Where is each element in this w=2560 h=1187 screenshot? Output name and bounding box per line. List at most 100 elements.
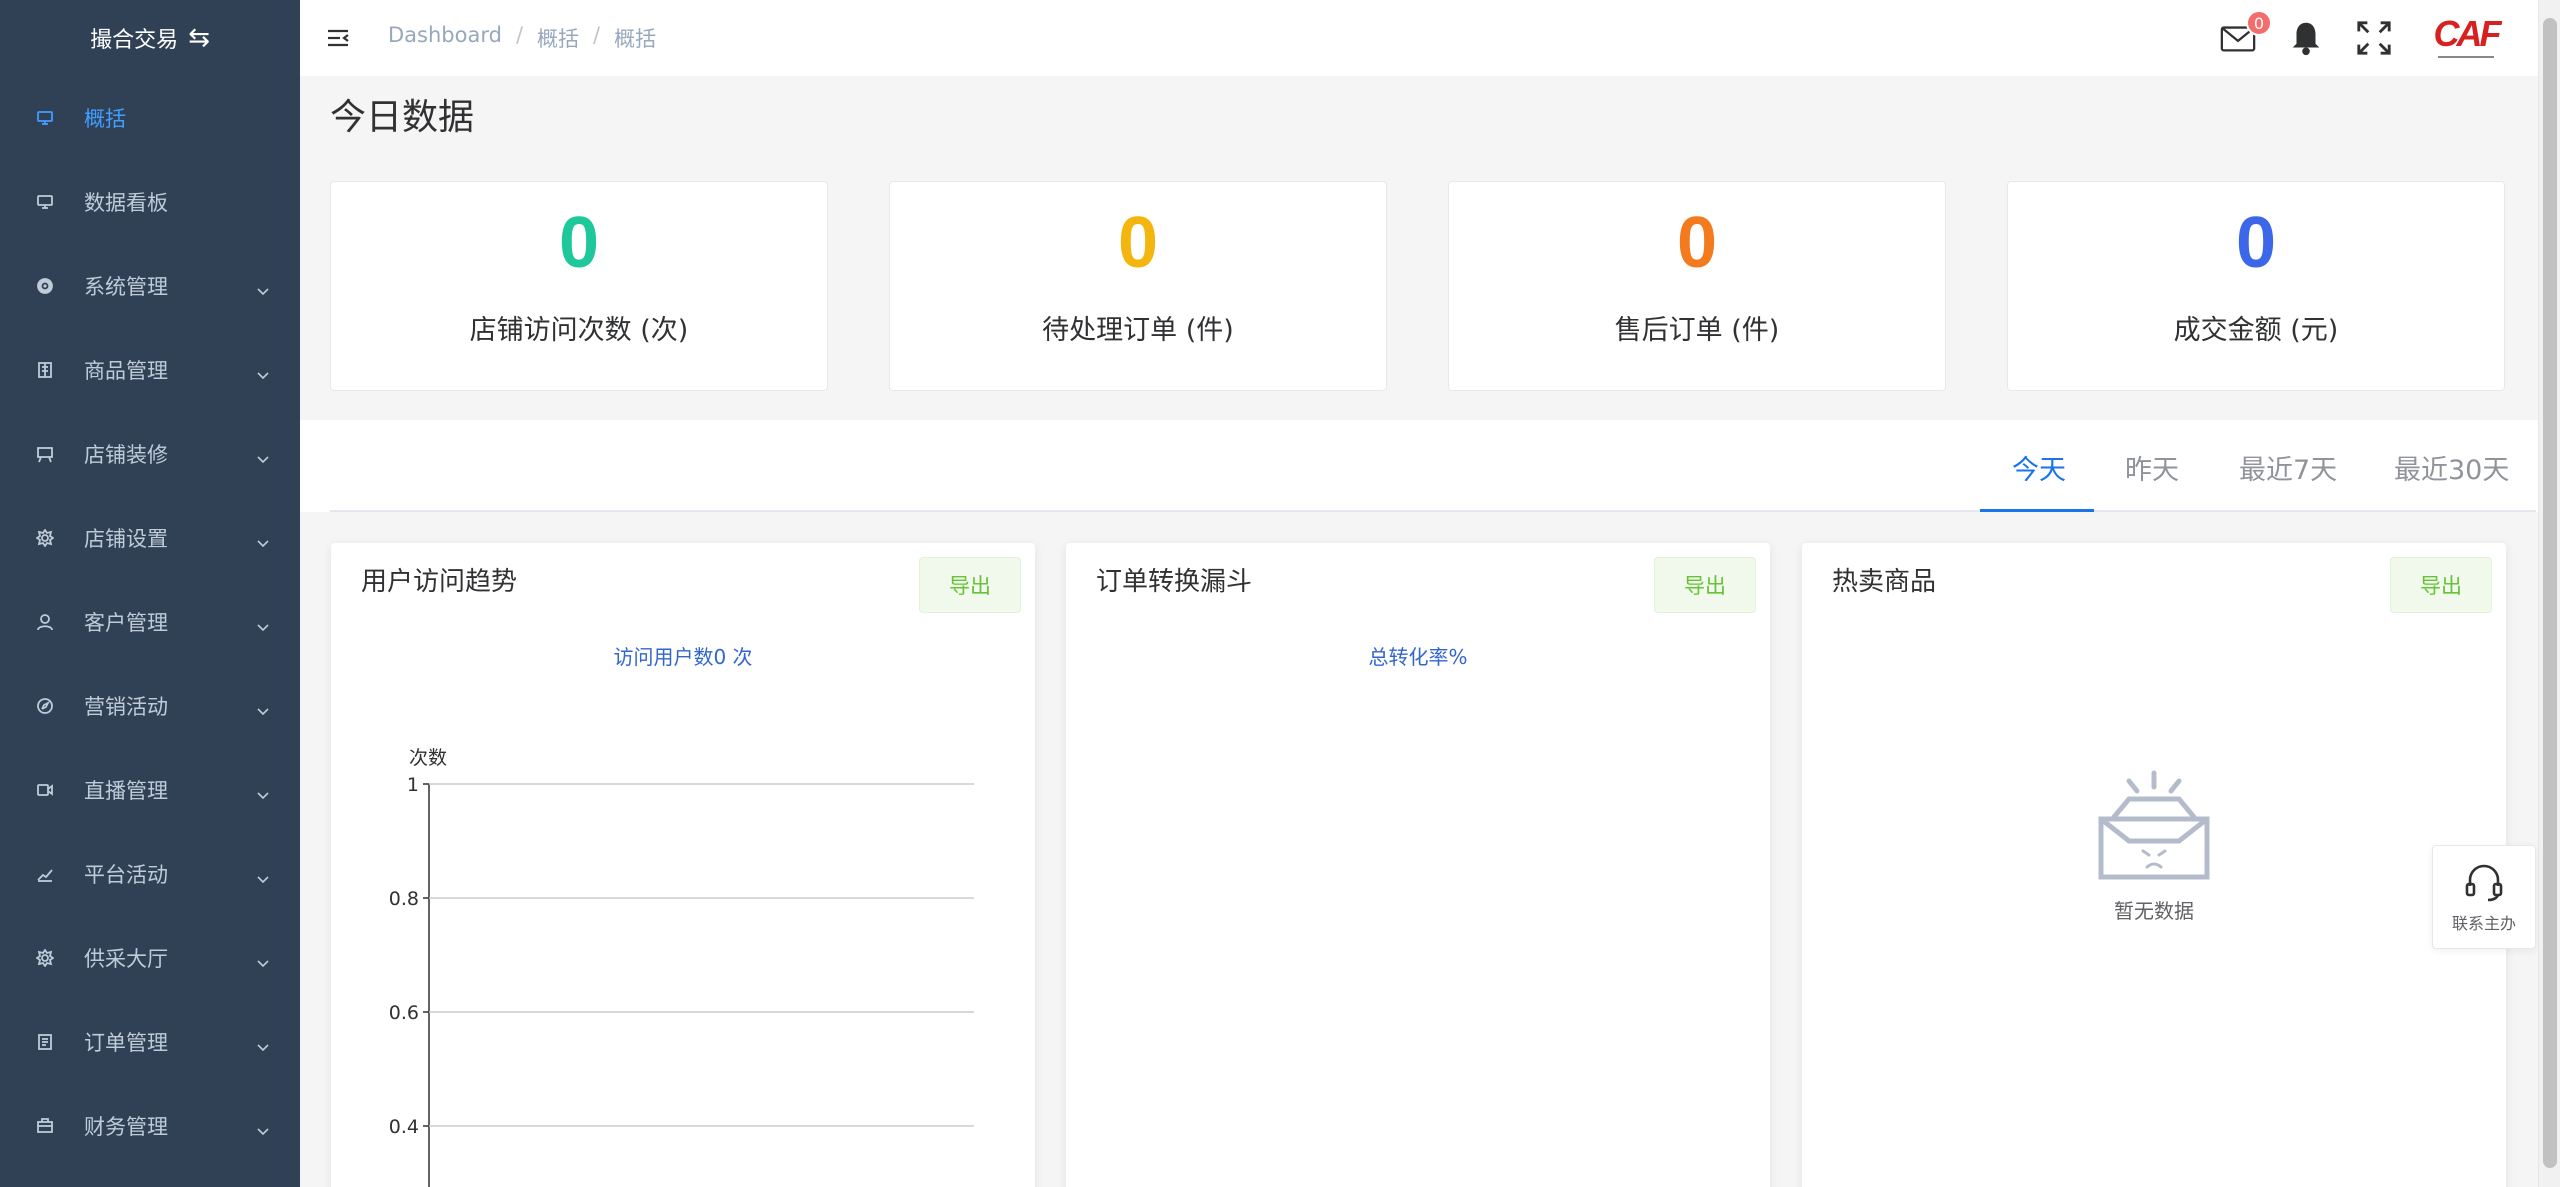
- document-icon: [36, 1033, 54, 1051]
- gear-circle-icon: [36, 277, 54, 295]
- contact-organizer-button[interactable]: 联系主办: [2432, 845, 2536, 949]
- sidebar-item-12[interactable]: 财务管理: [0, 1084, 300, 1168]
- date-range-tabs: 今天 昨天 最近7天 最近30天: [300, 420, 2538, 512]
- sidebar-title: 撮合交易: [90, 28, 179, 53]
- breadcrumb: Dashboard / 概括 / 概括: [388, 23, 656, 53]
- page-scrollbar[interactable]: [2538, 0, 2560, 1187]
- visit-trend-chart: 次数 1 0.8 0.6 0.4: [389, 747, 974, 1187]
- caf-logo[interactable]: CAF: [2433, 6, 2502, 70]
- monitor-icon: [36, 109, 54, 127]
- panel-hot-products: 热卖商品 导出 暂无数据: [1802, 543, 2506, 1187]
- breadcrumb-separator: /: [515, 23, 524, 47]
- stat-card-aftersale-orders: 0 售后订单 (件): [1448, 181, 1946, 391]
- empty-text: 暂无数据: [2114, 899, 2194, 923]
- sidebar-item-label: 平台活动: [84, 863, 168, 887]
- empty-box-icon: [2098, 770, 2210, 880]
- chevron-down-icon: [256, 1035, 270, 1052]
- stat-value: 0: [2235, 203, 2277, 283]
- sidebar-item-label: 客户管理: [84, 611, 168, 635]
- sidebar-item-1[interactable]: 数据看板: [0, 160, 300, 244]
- mail-badge: 0: [2245, 10, 2272, 36]
- sidebar-item-8[interactable]: 直播管理: [0, 748, 300, 832]
- video-camera-icon: [36, 781, 54, 799]
- sidebar-item-4[interactable]: 店铺装修: [0, 412, 300, 496]
- sidebar-item-label: 店铺设置: [84, 527, 168, 551]
- swap-icon[interactable]: ⇆: [188, 23, 210, 53]
- stat-label: 待处理订单 (件): [1042, 315, 1234, 346]
- sidebar-item-5[interactable]: 店铺设置: [0, 496, 300, 580]
- hamburger-menu-icon[interactable]: [326, 26, 350, 50]
- mail-button[interactable]: 0: [2218, 10, 2272, 58]
- y-axis-label: 次数: [409, 747, 447, 769]
- sidebar-item-label: 订单管理: [84, 1031, 168, 1055]
- notification-button[interactable]: [2286, 18, 2326, 58]
- conversion-rate-summary: 总转化率%: [1368, 645, 1468, 669]
- stat-card-revenue: 0 成交金额 (元): [2007, 181, 2505, 391]
- user-icon: [36, 613, 54, 631]
- top-navbar: Dashboard / 概括 / 概括 0 CAF: [300, 0, 2538, 76]
- easel-icon: [36, 445, 54, 463]
- panel-order-funnel: 订单转换漏斗 导出 总转化率%: [1066, 543, 1770, 1187]
- sidebar-menu: 概括数据看板系统管理商品管理店铺装修店铺设置客户管理营销活动直播管理平台活动供采…: [0, 76, 300, 1168]
- sidebar-item-label: 营销活动: [84, 695, 168, 719]
- stat-value: 0: [1117, 203, 1159, 283]
- sidebar-item-7[interactable]: 营销活动: [0, 664, 300, 748]
- chevron-down-icon: [256, 279, 270, 296]
- sidebar-item-2[interactable]: 系统管理: [0, 244, 300, 328]
- logo-subtitle-line: [2438, 56, 2494, 60]
- sidebar-item-label: 概括: [84, 107, 126, 131]
- empty-state: 暂无数据: [1802, 767, 2506, 924]
- sidebar-item-label: 商品管理: [84, 359, 168, 383]
- y-tick-label: 1: [407, 774, 419, 796]
- logo-mark: CAF: [2433, 13, 2502, 54]
- y-tick-label: 0.8: [389, 888, 419, 910]
- stat-card-visits: 0 店铺访问次数 (次): [330, 181, 828, 391]
- sidebar: 撮合交易 ⇆ 概括数据看板系统管理商品管理店铺装修店铺设置客户管理营销活动直播管…: [0, 0, 300, 1187]
- chevron-down-icon: [256, 699, 270, 716]
- stat-label: 店铺访问次数 (次): [469, 315, 689, 346]
- sidebar-item-10[interactable]: 供采大厅: [0, 916, 300, 1000]
- sidebar-item-label: 店铺装修: [84, 443, 168, 467]
- headset-icon: [2465, 864, 2503, 902]
- chevron-down-icon: [256, 363, 270, 380]
- sidebar-item-label: 供采大厅: [84, 947, 168, 971]
- stat-value: 0: [1676, 203, 1718, 283]
- tab-last-7-days[interactable]: 最近7天: [2239, 448, 2337, 487]
- sidebar-item-11[interactable]: 订单管理: [0, 1000, 300, 1084]
- tab-last-30-days[interactable]: 最近30天: [2394, 448, 2509, 487]
- building-icon: [36, 361, 54, 379]
- sidebar-item-label: 财务管理: [84, 1115, 168, 1139]
- sidebar-item-6[interactable]: 客户管理: [0, 580, 300, 664]
- sidebar-item-3[interactable]: 商品管理: [0, 328, 300, 412]
- chevron-down-icon: [256, 951, 270, 968]
- tab-today[interactable]: 今天: [2012, 448, 2066, 487]
- stat-label: 成交金额 (元): [2173, 315, 2339, 346]
- page-title: 今日数据: [330, 97, 475, 138]
- tab-yesterday[interactable]: 昨天: [2125, 448, 2179, 487]
- chart-line-icon: [36, 865, 54, 883]
- bell-icon: [2292, 22, 2320, 56]
- sidebar-item-9[interactable]: 平台活动: [0, 832, 300, 916]
- chevron-down-icon: [256, 867, 270, 884]
- chevron-down-icon: [256, 783, 270, 800]
- stat-label: 售后订单 (件): [1614, 315, 1780, 346]
- sidebar-item-label: 数据看板: [84, 191, 168, 215]
- settings-icon: [36, 529, 54, 547]
- export-button[interactable]: 导出: [2390, 557, 2492, 613]
- sidebar-item-0[interactable]: 概括: [0, 76, 300, 160]
- breadcrumb-separator: /: [593, 23, 601, 47]
- briefcase-icon: [36, 1117, 54, 1135]
- y-tick-label: 0.6: [389, 1002, 419, 1024]
- fullscreen-button[interactable]: [2354, 18, 2394, 58]
- scrollbar-thumb[interactable]: [2543, 18, 2557, 1168]
- breadcrumb-item-dashboard[interactable]: Dashboard: [388, 23, 502, 53]
- sidebar-header[interactable]: 撮合交易 ⇆: [0, 0, 300, 76]
- y-tick-label: 0.4: [389, 1116, 419, 1138]
- stat-value: 0: [558, 203, 600, 283]
- sidebar-item-label: 系统管理: [84, 275, 168, 299]
- breadcrumb-item-overview[interactable]: 概括: [537, 23, 579, 53]
- export-button[interactable]: 导出: [1654, 557, 1756, 613]
- fullscreen-icon: [2357, 21, 2391, 55]
- breadcrumb-item-current: 概括: [614, 27, 657, 51]
- panel-title: 热卖商品: [1832, 567, 1937, 597]
